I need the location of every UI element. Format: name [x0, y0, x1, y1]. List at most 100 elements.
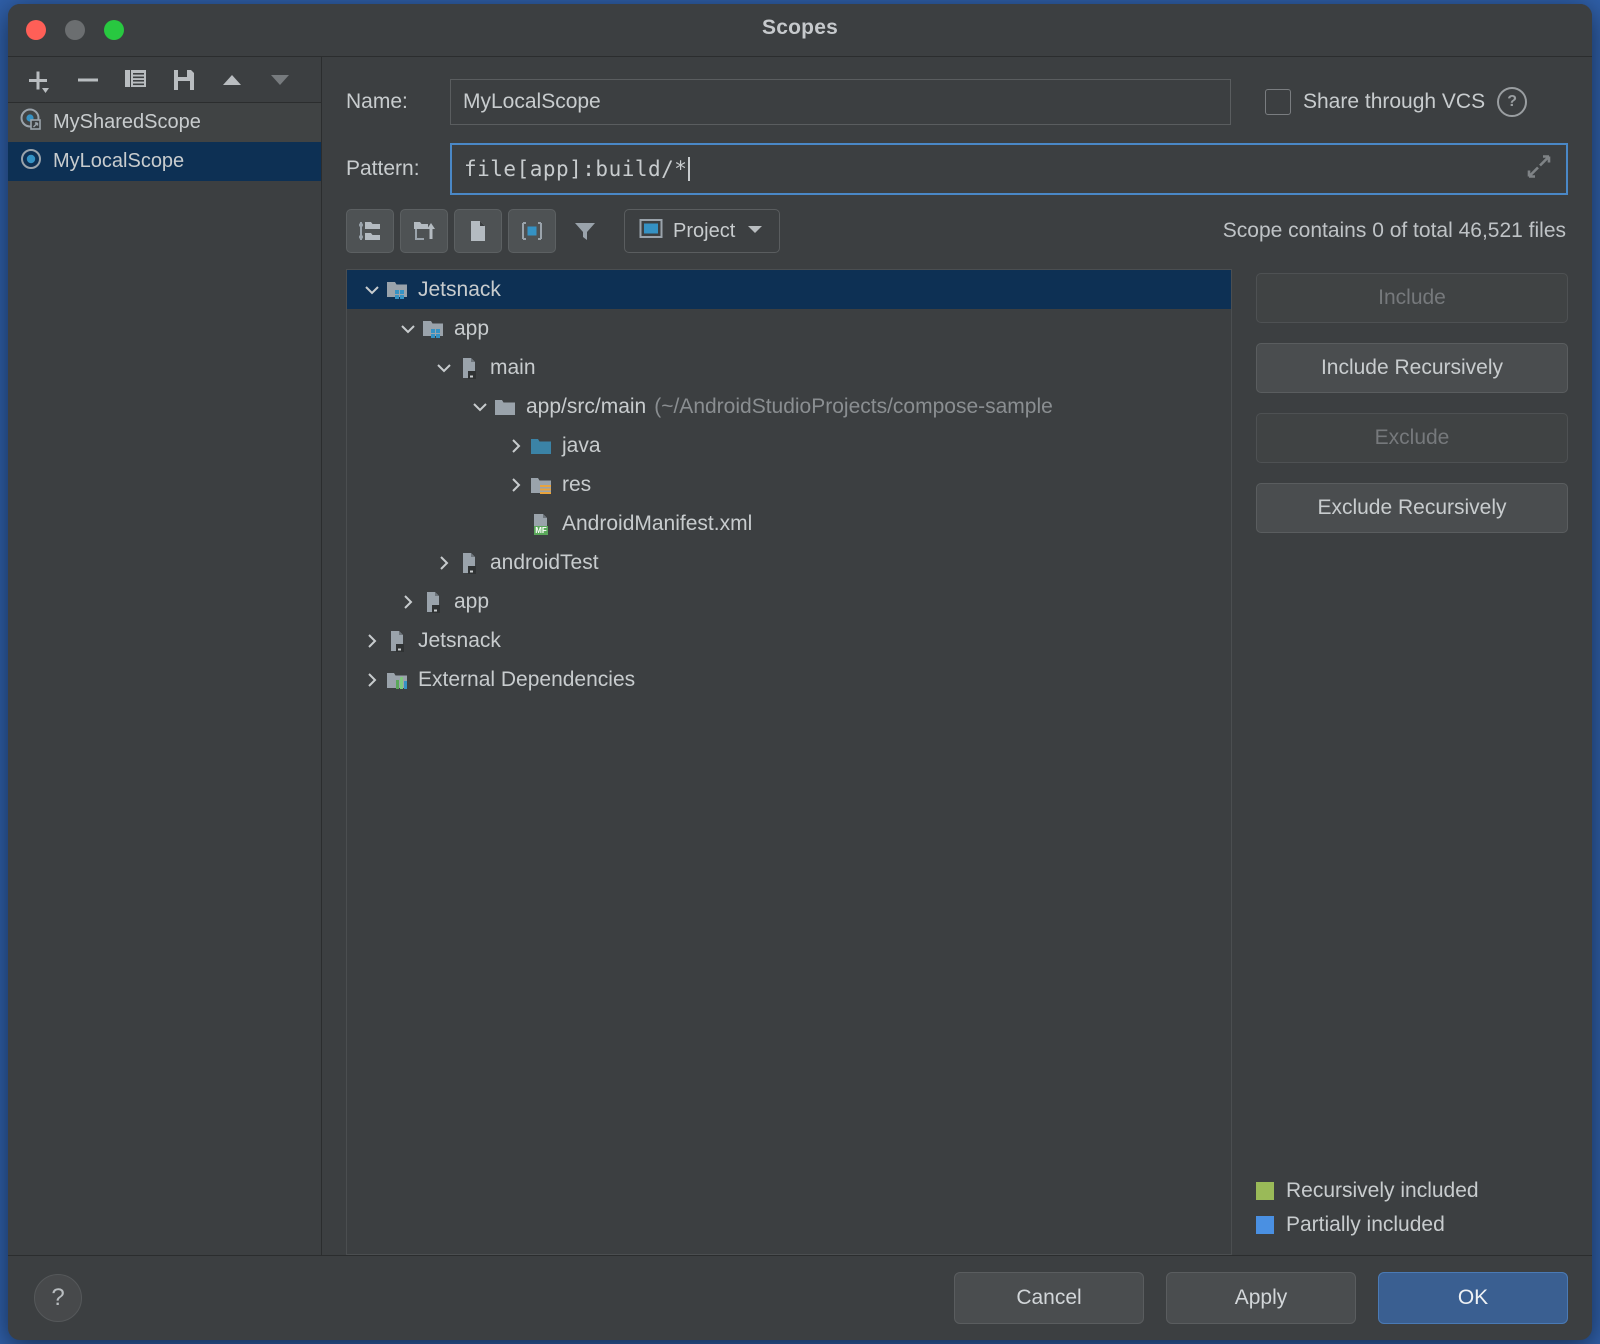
scope-list-item-label: MyLocalScope [53, 150, 184, 173]
show-modules-button[interactable] [508, 209, 556, 253]
scope-selector-dropdown[interactable]: Project [624, 209, 780, 253]
tree-row-path: (~/AndroidStudioProjects/compose-sample [654, 395, 1053, 419]
move-up-button[interactable] [210, 61, 254, 99]
tree-row-label: java [562, 434, 601, 458]
android-module-icon [457, 356, 481, 380]
tree-row[interactable]: Jetsnack [347, 621, 1231, 660]
chevron-right-icon[interactable] [359, 671, 385, 689]
android-module-icon [385, 629, 409, 653]
scope-list-item-myshared[interactable]: MySharedScope [8, 103, 321, 142]
tree-row[interactable]: app [347, 582, 1231, 621]
include-button[interactable]: Include [1256, 273, 1568, 323]
chevron-down-icon[interactable] [431, 359, 457, 377]
local-scope-icon [18, 146, 44, 178]
ok-button[interactable]: OK [1378, 1272, 1568, 1324]
scope-editor: Name: MyLocalScope Share through VCS ? P… [322, 57, 1592, 1255]
add-scope-button[interactable] [18, 61, 62, 99]
tree-row[interactable]: res [347, 465, 1231, 504]
tree-row[interactable]: main [347, 348, 1231, 387]
tree-row[interactable]: app [347, 309, 1231, 348]
project-icon [639, 218, 663, 245]
apply-button[interactable]: Apply [1166, 1272, 1356, 1324]
android-module-icon [421, 590, 445, 614]
title-bar: Scopes [8, 4, 1592, 57]
remove-scope-button[interactable] [66, 61, 110, 99]
share-vcs-checkbox[interactable] [1265, 89, 1291, 115]
flatten-packages-button[interactable] [346, 209, 394, 253]
shared-scope-icon [18, 107, 44, 139]
manifest-file-icon: MF [529, 512, 553, 536]
name-row: Name: MyLocalScope Share through VCS ? [322, 79, 1592, 125]
scope-actions: Include Include Recursively Exclude Excl… [1256, 269, 1568, 1255]
legend-item-partially-included: Partially included [1256, 1213, 1568, 1237]
chevron-right-icon[interactable] [431, 554, 457, 572]
help-button[interactable]: ? [34, 1274, 82, 1322]
chevron-right-icon[interactable] [503, 476, 529, 494]
tree-row[interactable]: app/src/main (~/AndroidStudioProjects/co… [347, 387, 1231, 426]
copy-scope-button[interactable] [114, 61, 158, 99]
chevron-down-icon[interactable] [467, 398, 493, 416]
android-module-group-icon [421, 317, 445, 341]
legend-swatch-blue [1256, 1216, 1274, 1234]
pattern-input[interactable]: file[app]:build/* [450, 143, 1568, 195]
chevron-down-icon[interactable] [359, 281, 385, 299]
external-dependencies-icon [385, 668, 409, 692]
tree-row-label: app [454, 590, 489, 614]
scope-count-text: Scope contains 0 of total 46,521 files [1223, 219, 1568, 243]
cancel-button[interactable]: Cancel [954, 1272, 1144, 1324]
share-vcs-label: Share through VCS [1303, 90, 1485, 114]
include-recursively-button[interactable]: Include Recursively [1256, 343, 1568, 393]
name-label: Name: [346, 90, 450, 114]
tree-and-actions: Jetsnack [322, 253, 1592, 1255]
chevron-down-icon [745, 222, 765, 241]
pattern-label: Pattern: [346, 157, 450, 181]
pattern-input-value: file[app]:build/* [464, 157, 687, 181]
dialog-footer: ? Cancel Apply OK [8, 1255, 1592, 1340]
chevron-right-icon[interactable] [395, 593, 421, 611]
tree-row[interactable]: External Dependencies [347, 660, 1231, 699]
tree-row[interactable]: androidTest [347, 543, 1231, 582]
tree-view-toolbar: Project Scope contains 0 of total 46,521… [322, 195, 1592, 253]
compact-middle-packages-button[interactable] [400, 209, 448, 253]
share-vcs-help-icon[interactable]: ? [1497, 87, 1527, 117]
scopes-sidebar: MySharedScope MyLocalScope [8, 57, 322, 1255]
folder-res-icon [529, 473, 553, 497]
scope-list-item-mylocal[interactable]: MyLocalScope [8, 142, 321, 181]
tree-row-label: res [562, 473, 591, 497]
folder-source-icon [529, 434, 553, 458]
legend-label: Partially included [1286, 1213, 1445, 1237]
text-caret [688, 157, 690, 181]
tree-row[interactable]: java [347, 426, 1231, 465]
page-title: Scopes [8, 16, 1592, 40]
tree-row-label: app [454, 317, 489, 341]
android-module-icon [457, 551, 481, 575]
tree-row-label: app/src/main [526, 395, 646, 419]
legend-swatch-green [1256, 1182, 1274, 1200]
chevron-down-icon[interactable] [395, 320, 421, 338]
folder-gray-icon [493, 395, 517, 419]
tree-row[interactable]: Jetsnack [347, 270, 1231, 309]
exclude-recursively-button[interactable]: Exclude Recursively [1256, 483, 1568, 533]
save-scope-button[interactable] [162, 61, 206, 99]
scopes-list[interactable]: MySharedScope MyLocalScope [8, 103, 321, 1255]
android-module-group-icon [385, 278, 409, 302]
tree-row-label: AndroidManifest.xml [562, 512, 752, 536]
svg-text:MF: MF [535, 526, 547, 535]
show-files-button[interactable] [454, 209, 502, 253]
name-input[interactable]: MyLocalScope [450, 79, 1231, 125]
scope-selector-label: Project [673, 220, 735, 243]
dialog-body: MySharedScope MyLocalScope Name: [8, 57, 1592, 1255]
chevron-right-icon[interactable] [359, 632, 385, 650]
chevron-right-icon[interactable] [503, 437, 529, 455]
filter-button[interactable] [562, 210, 608, 252]
legend-label: Recursively included [1286, 1179, 1479, 1203]
move-down-button[interactable] [258, 61, 302, 99]
expand-diagonal-icon[interactable] [1526, 154, 1552, 185]
tree-row-label: Jetsnack [418, 278, 501, 302]
exclude-button[interactable]: Exclude [1256, 413, 1568, 463]
project-tree[interactable]: Jetsnack [346, 269, 1232, 1255]
legend: Recursively included Partially included [1256, 1169, 1568, 1255]
pattern-row: Pattern: file[app]:build/* [322, 143, 1592, 195]
dialog-action-buttons: Cancel Apply OK [954, 1272, 1568, 1324]
tree-row[interactable]: MF AndroidManifest.xml [347, 504, 1231, 543]
